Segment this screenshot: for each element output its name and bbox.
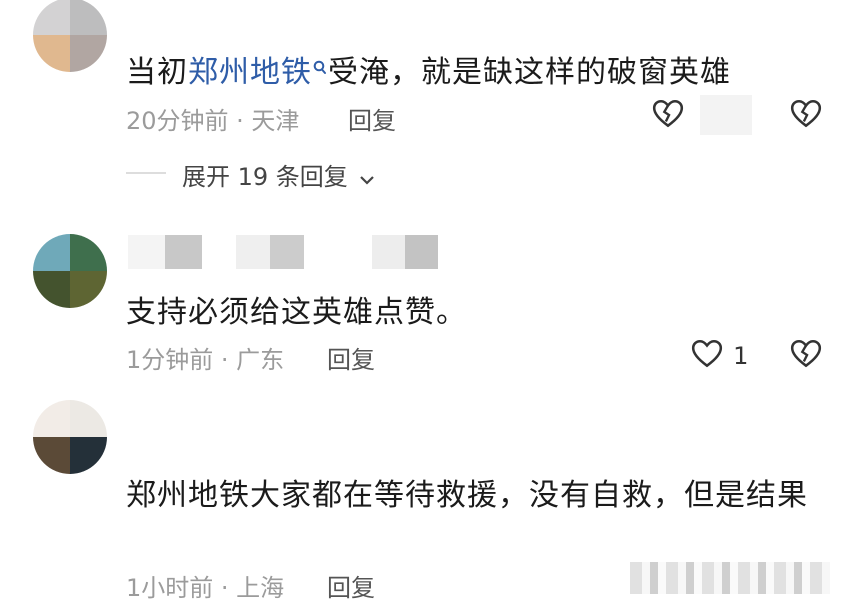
- comment-meta: 1小时前 · 上海: [126, 574, 285, 602]
- redacted-username: [372, 235, 438, 269]
- comment-meta: 20分钟前 · 天津: [126, 107, 300, 135]
- heart-icon: [690, 337, 724, 375]
- search-icon[interactable]: [312, 49, 328, 84]
- redacted-area: [700, 95, 752, 135]
- broken-heart-icon: [789, 99, 823, 135]
- expand-replies-button[interactable]: 展开 19 条回复: [182, 157, 375, 192]
- redacted-username: [128, 235, 202, 269]
- reply-button[interactable]: 回复: [327, 340, 375, 375]
- heart-icon: [651, 99, 685, 135]
- comment-text: 支持必须给这英雄点赞。: [126, 295, 467, 330]
- like-count: 1: [733, 342, 749, 370]
- chevron-down-icon: [359, 164, 375, 192]
- comment-meta: 1分钟前 · 广东: [126, 346, 285, 374]
- divider: [126, 172, 166, 174]
- comment-text: 当初郑州地铁 受淹，就是缺这样的破窗英雄: [126, 47, 731, 91]
- avatar[interactable]: [33, 234, 107, 308]
- topic-link[interactable]: 郑州地铁: [188, 55, 312, 90]
- reply-button[interactable]: 回复: [348, 101, 396, 136]
- dislike-button[interactable]: [789, 337, 823, 375]
- avatar[interactable]: [33, 0, 107, 72]
- broken-heart-icon: [789, 339, 823, 375]
- like-button[interactable]: 1: [690, 337, 748, 375]
- reply-button[interactable]: 回复: [327, 568, 375, 603]
- expand-replies-label: 展开 19 条回复: [182, 163, 348, 191]
- like-button[interactable]: [651, 97, 685, 135]
- watermark: [630, 562, 830, 594]
- avatar[interactable]: [33, 400, 107, 474]
- redacted-username: [236, 235, 304, 269]
- dislike-button[interactable]: [789, 97, 823, 135]
- comment-text: 郑州地铁大家都在等待救援，没有自救，但是结果: [126, 478, 808, 513]
